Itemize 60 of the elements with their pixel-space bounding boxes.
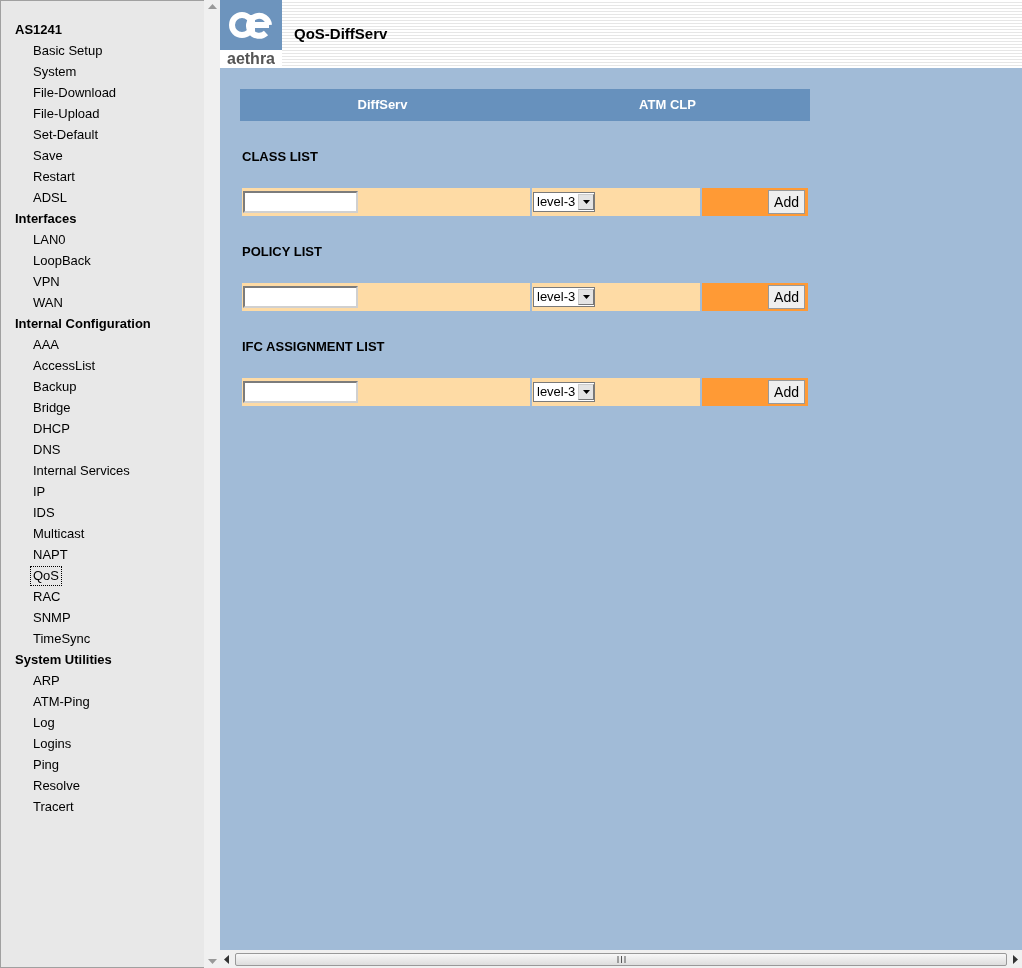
- nav-link[interactable]: Multicast: [30, 524, 88, 544]
- caret-icon: [582, 295, 590, 299]
- caret-icon: [582, 390, 590, 394]
- scroll-down-icon[interactable]: [207, 959, 217, 964]
- nav-link[interactable]: IDS: [30, 503, 58, 523]
- nav-link[interactable]: ARP: [30, 671, 63, 691]
- nav-link[interactable]: WAN: [30, 293, 66, 313]
- nav-link[interactable]: ADSL: [30, 188, 70, 208]
- nav-link[interactable]: IP: [30, 482, 49, 502]
- group-heading: Interfaces: [15, 210, 77, 228]
- section-title: IFC ASSIGNMENT LIST: [242, 340, 385, 354]
- page-title: QoS-DiffServ: [294, 23, 388, 44]
- nav-link[interactable]: AAA: [30, 335, 62, 355]
- nav-link[interactable]: Bridge: [30, 398, 74, 418]
- scrollbar-thumb[interactable]: [235, 952, 1007, 966]
- scroll-right-icon[interactable]: [1013, 954, 1018, 964]
- nav-link[interactable]: Log: [30, 713, 58, 733]
- nav-link[interactable]: LAN0: [30, 230, 69, 250]
- text-input[interactable]: [243, 191, 358, 213]
- level-select[interactable]: level-3: [533, 287, 596, 307]
- nav-link[interactable]: TimeSync: [30, 629, 94, 649]
- nav-link[interactable]: QoS: [30, 566, 62, 586]
- scroll-up-icon[interactable]: [207, 4, 217, 9]
- nav-link[interactable]: VPN: [30, 272, 63, 292]
- nav-link[interactable]: Basic Setup: [30, 41, 106, 61]
- nav-link[interactable]: ATM-Ping: [30, 692, 93, 712]
- nav-link[interactable]: NAPT: [30, 545, 71, 565]
- group-heading: AS1241: [15, 21, 62, 39]
- add-button[interactable]: Add: [768, 285, 805, 309]
- add-button[interactable]: Add: [768, 380, 805, 404]
- section-title: CLASS LIST: [242, 150, 318, 164]
- nav-link[interactable]: Internal Services: [30, 461, 133, 481]
- nav-link[interactable]: System: [30, 62, 80, 82]
- nav-link[interactable]: Tracert: [30, 797, 77, 817]
- nav-link[interactable]: LoopBack: [30, 251, 94, 271]
- nav-link[interactable]: SNMP: [30, 608, 74, 628]
- nav-link[interactable]: Logins: [30, 734, 75, 754]
- nav-link[interactable]: Restart: [30, 167, 78, 187]
- nav-link[interactable]: AccessList: [30, 356, 99, 376]
- logo: aethra: [220, 0, 282, 68]
- text-input[interactable]: [243, 381, 358, 403]
- nav-link[interactable]: File-Upload: [30, 104, 103, 124]
- nav-link[interactable]: DNS: [30, 440, 64, 460]
- section-title: POLICY LIST: [242, 245, 322, 259]
- nav-link[interactable]: Save: [30, 146, 66, 166]
- nav-link[interactable]: Set-Default: [30, 125, 102, 145]
- nav-link[interactable]: Ping: [30, 755, 63, 775]
- nav-link[interactable]: Resolve: [30, 776, 83, 796]
- text-input[interactable]: [243, 286, 358, 308]
- caret-icon: [582, 200, 590, 204]
- nav-link[interactable]: RAC: [30, 587, 64, 607]
- level-select[interactable]: level-3: [533, 382, 596, 402]
- nav-link[interactable]: Backup: [30, 377, 80, 397]
- group-heading: Internal Configuration: [15, 315, 151, 333]
- nav-link[interactable]: File-Download: [30, 83, 120, 103]
- nav-link[interactable]: DHCP: [30, 419, 73, 439]
- add-button[interactable]: Add: [768, 190, 805, 214]
- group-heading: System Utilities: [15, 651, 112, 669]
- scroll-left-icon[interactable]: [224, 954, 229, 964]
- level-select[interactable]: level-3: [533, 192, 596, 212]
